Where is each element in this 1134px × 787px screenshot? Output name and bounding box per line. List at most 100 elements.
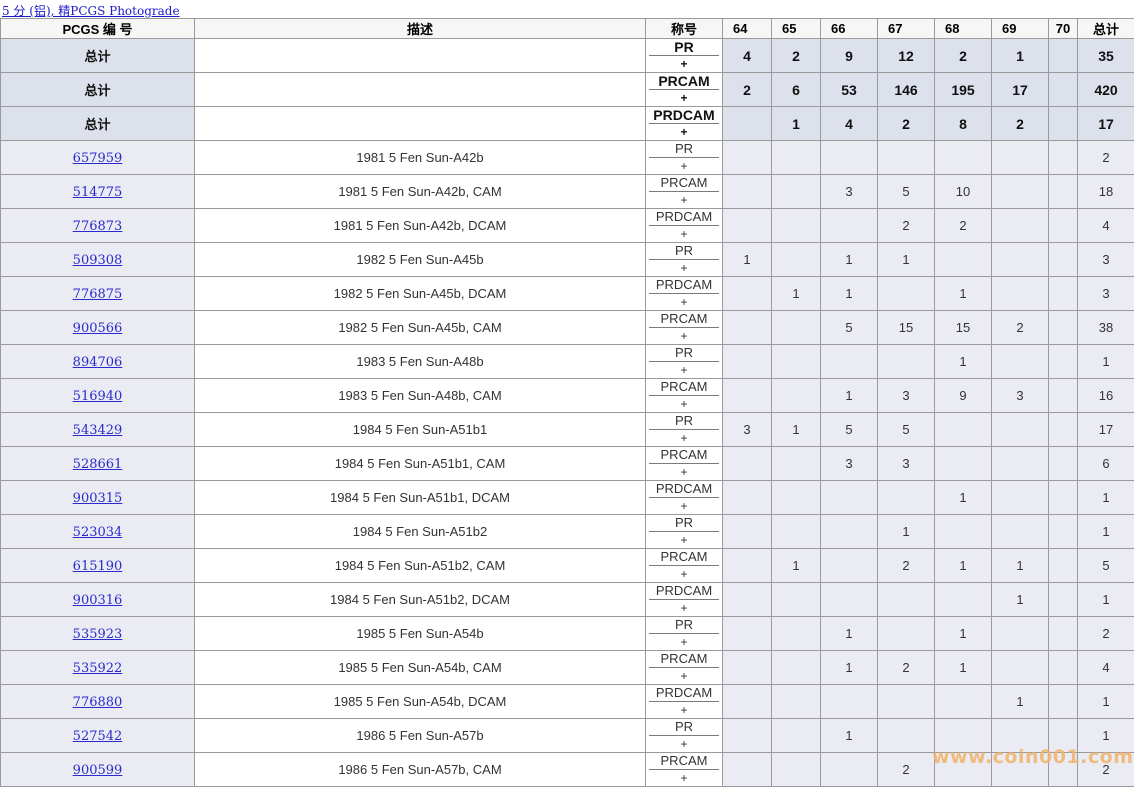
row-total: 1 [1078,481,1134,515]
pcgs-number-link[interactable]: 657959 [73,151,123,166]
designation-cell: PRCAM+ [646,549,723,583]
pcgs-number-link[interactable]: 776873 [73,219,123,234]
designation-cell: PRDCAM+ [646,107,723,141]
designation-stack: PR+ [646,243,722,276]
plus-grade-label: + [646,158,722,174]
designation-stack: PRCAM+ [646,447,722,480]
pcgs-number-link[interactable]: 900566 [73,321,123,336]
grade-count-67 [878,719,935,753]
grade-count-68: 1 [935,651,992,685]
grade-count-65 [772,345,821,379]
designation-label: PR [649,617,719,634]
pcgs-number-link[interactable]: 776875 [73,287,123,302]
table-row: 8947061983 5 Fen Sun-A48bPR+11 [1,345,1134,379]
pcgs-number-cell: 900599 [1,753,195,787]
grade-count-65: 1 [772,549,821,583]
pcgs-number-link[interactable]: 900599 [73,763,123,778]
series-title-link[interactable]: 5 分 (铝), 精PCGS Photograde [2,3,180,19]
grade-count-66: 5 [821,311,878,345]
designation-label: PRCAM [649,175,719,192]
pcgs-number-link[interactable]: 535922 [73,661,123,676]
grade-count-70 [1049,617,1078,651]
grade-count-70 [1049,141,1078,175]
coin-description: 1981 5 Fen Sun-A42b [195,141,646,175]
designation-label: PR [649,515,719,532]
row-total: 1 [1078,685,1134,719]
row-total: 35 [1078,39,1134,73]
pcgs-number-link[interactable]: 894706 [73,355,123,370]
grade-count-69 [992,175,1049,209]
pcgs-number-link[interactable]: 543429 [73,423,123,438]
pcgs-number-link[interactable]: 528661 [73,457,123,472]
pcgs-number-cell: 776873 [1,209,195,243]
grade-count-65 [772,617,821,651]
designation-cell: PR+ [646,617,723,651]
designation-stack: PR+ [646,413,722,446]
grade-count-66: 1 [821,651,878,685]
grade-count-65 [772,515,821,549]
designation-stack: PRCAM+ [646,379,722,412]
grade-count-66: 1 [821,379,878,413]
totals-label: 总计 [1,39,195,73]
designation-cell: PRDCAM+ [646,685,723,719]
pcgs-number-cell: 535922 [1,651,195,685]
col-header-grade-68: 68 [935,19,992,39]
pcgs-number-link[interactable]: 615190 [73,559,123,574]
row-total: 1 [1078,515,1134,549]
grade-count-70 [1049,175,1078,209]
grade-count-65 [772,481,821,515]
grade-count-65: 6 [772,73,821,107]
pcgs-number-link[interactable]: 514775 [73,185,123,200]
grade-count-70 [1049,243,1078,277]
grade-count-64 [723,685,772,719]
totals-desc-empty [195,107,646,141]
grade-count-64 [723,379,772,413]
designation-cell: PR+ [646,413,723,447]
pcgs-number-link[interactable]: 776880 [73,695,123,710]
pcgs-number-link[interactable]: 509308 [73,253,123,268]
row-total: 4 [1078,651,1134,685]
grade-count-69 [992,277,1049,311]
coin-description: 1984 5 Fen Sun-A51b2, DCAM [195,583,646,617]
designation-stack: PRCAM+ [646,651,722,684]
pcgs-number-link[interactable]: 523034 [73,525,123,540]
grade-count-68 [935,753,992,787]
grade-count-69 [992,753,1049,787]
grade-count-64 [723,481,772,515]
pcgs-number-link[interactable]: 900315 [73,491,123,506]
designation-stack: PRCAM+ [646,73,722,106]
grade-count-64 [723,651,772,685]
table-row: 9003151984 5 Fen Sun-A51b1, DCAMPRDCAM+1… [1,481,1134,515]
grade-count-67: 3 [878,379,935,413]
pcgs-number-link[interactable]: 535923 [73,627,123,642]
col-header-pcgs: PCGS 编 号 [1,19,195,39]
table-row: 9003161984 5 Fen Sun-A51b2, DCAMPRDCAM+1… [1,583,1134,617]
col-header-grade-70: 70 [1049,19,1078,39]
grade-count-68: 15 [935,311,992,345]
grade-count-69 [992,515,1049,549]
pcgs-number-link[interactable]: 900316 [73,593,123,608]
grade-count-67: 5 [878,175,935,209]
col-header-grade-66: 66 [821,19,878,39]
coin-description: 1982 5 Fen Sun-A45b [195,243,646,277]
plus-grade-label: + [646,736,722,752]
table-row: 5359221985 5 Fen Sun-A54b, CAMPRCAM+1214 [1,651,1134,685]
grade-count-68 [935,719,992,753]
grade-count-67: 2 [878,753,935,787]
grade-count-68 [935,243,992,277]
plus-grade-label: + [646,702,722,718]
pcgs-number-cell: 776875 [1,277,195,311]
pcgs-number-link[interactable]: 527542 [73,729,123,744]
grade-count-68: 1 [935,617,992,651]
grade-count-65: 1 [772,413,821,447]
designation-cell: PRCAM+ [646,379,723,413]
grade-count-66 [821,141,878,175]
grade-count-64 [723,447,772,481]
pcgs-number-link[interactable]: 516940 [73,389,123,404]
grade-count-67 [878,617,935,651]
grade-count-67: 3 [878,447,935,481]
grade-count-65: 1 [772,277,821,311]
coin-description: 1983 5 Fen Sun-A48b, CAM [195,379,646,413]
col-header-grade-65: 65 [772,19,821,39]
designation-label: PR [649,141,719,158]
